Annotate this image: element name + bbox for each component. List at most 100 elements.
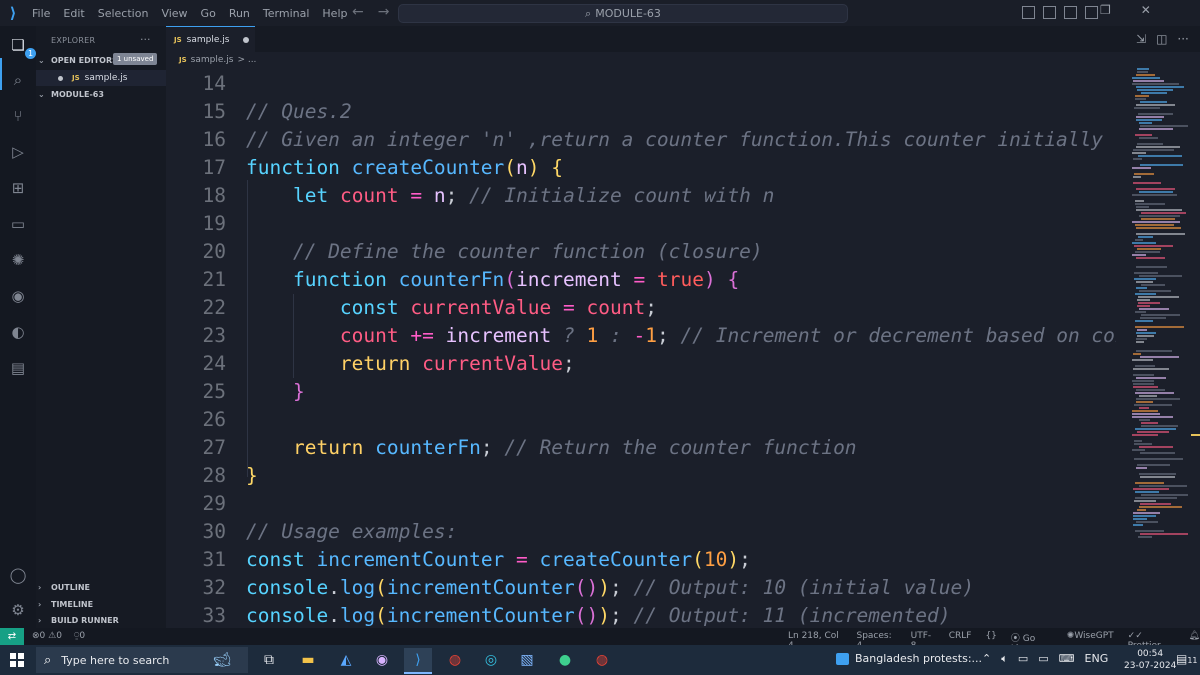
github-icon[interactable]: ◉ xyxy=(7,285,29,307)
code-line: const incrementCounter = createCounter(1… xyxy=(246,548,751,571)
news-widget[interactable]: Bangladesh protests:... xyxy=(836,652,982,665)
unsaved-dot-icon[interactable] xyxy=(243,37,250,43)
source-control-icon[interactable]: ⑂ xyxy=(7,105,29,127)
breadcrumb-file[interactable]: sample.js xyxy=(191,55,234,65)
toggle-primary-sidebar-icon[interactable] xyxy=(1022,6,1035,19)
chevron-right-icon: › xyxy=(38,583,42,592)
minimap-line xyxy=(1134,278,1156,280)
minimap-line xyxy=(1133,386,1158,388)
line-number: 30 xyxy=(202,520,226,543)
minimap-line xyxy=(1139,485,1187,487)
outline-header[interactable]: › OUTLINE xyxy=(38,580,90,595)
mongodb-compass-icon[interactable]: ● xyxy=(551,648,579,672)
minimap-line xyxy=(1137,71,1148,73)
split-editor-icon[interactable]: ◫ xyxy=(1156,32,1167,46)
open-editors-header[interactable]: ⌄ OPEN EDITORS xyxy=(38,53,118,68)
remote-explorer-icon[interactable]: ▭ xyxy=(7,213,29,235)
minimap-line xyxy=(1139,395,1157,397)
chrome-icon[interactable]: ◍ xyxy=(588,648,616,672)
minimap-line xyxy=(1136,401,1153,403)
menu-help[interactable]: Help xyxy=(322,7,347,20)
scrollbar-marker[interactable] xyxy=(1191,434,1200,436)
minimap-line xyxy=(1136,350,1172,352)
notification-center-icon[interactable]: ▤11 xyxy=(1176,652,1198,666)
run-debug-icon[interactable]: ▷ xyxy=(7,141,29,163)
chrome-icon[interactable]: ◍ xyxy=(441,648,469,672)
arrow-right-icon[interactable]: → xyxy=(378,4,390,20)
windows-start-icon[interactable] xyxy=(10,653,24,667)
chat-icon[interactable]: ▤ xyxy=(7,357,29,379)
menu-selection[interactable]: Selection xyxy=(98,7,149,20)
app-icon[interactable]: ◭ xyxy=(332,648,360,672)
minimap-line xyxy=(1132,434,1158,436)
line-number: 29 xyxy=(202,492,226,515)
error-icon: ⊗ xyxy=(32,631,40,641)
open-preview-icon[interactable]: ⇲ xyxy=(1136,32,1146,46)
app-icon[interactable]: ▧ xyxy=(513,648,541,672)
settings-gear-icon[interactable]: ⚙ xyxy=(7,599,29,621)
keyboard-icon[interactable]: ⌨ xyxy=(1059,652,1075,666)
minimap[interactable] xyxy=(1132,68,1190,628)
minimap-line xyxy=(1135,482,1164,484)
error-count: 0 xyxy=(39,631,46,641)
clock[interactable]: 00:54 23-07-2024 xyxy=(1124,648,1176,672)
toggle-secondary-sidebar-icon[interactable] xyxy=(1064,6,1077,19)
timeline-header[interactable]: › TIMELINE xyxy=(38,597,93,612)
minimap-line xyxy=(1133,368,1169,370)
minimap-line xyxy=(1132,410,1158,412)
menu-run[interactable]: Run xyxy=(229,7,250,20)
volume-icon[interactable]: 🔈︎ xyxy=(1001,652,1008,666)
explorer-icon[interactable]: ❏ 1 xyxy=(7,34,36,59)
search-icon[interactable]: ⌕ xyxy=(7,69,29,91)
code-editor[interactable]: 14 15 // Ques.2 16 // Given an integer 'n'… xyxy=(166,68,1200,628)
chevron-up-icon[interactable]: ⌃ xyxy=(982,652,991,666)
line-number: 26 xyxy=(202,408,226,431)
extensions-icon[interactable]: ⊞ xyxy=(7,177,29,199)
toggle-panel-icon[interactable] xyxy=(1043,6,1056,19)
vscode-taskbar-icon[interactable]: ⟩ xyxy=(404,648,432,674)
edge-icon[interactable]: ◎ xyxy=(477,648,505,672)
menu-view[interactable]: View xyxy=(161,7,187,20)
line-number: 33 xyxy=(202,604,226,627)
minimap-line xyxy=(1140,164,1183,166)
language-indicator[interactable]: ENG xyxy=(1085,652,1109,666)
minimap-line xyxy=(1133,518,1147,520)
ports-status[interactable]: ⍜0 xyxy=(74,631,85,641)
task-view-icon[interactable]: ⧉ xyxy=(255,648,283,672)
extension-plugin-icon[interactable]: ◐ xyxy=(7,321,29,343)
remote-indicator-icon[interactable]: ⇄ xyxy=(0,628,24,645)
battery-icon[interactable]: ▭ xyxy=(1038,652,1048,666)
windows-taskbar: ⌕ Type here to search 🐋︎ ⧉ ▬ ◭ ◉ ⟩ ◍ ◎ ▧… xyxy=(0,645,1200,675)
menu-terminal[interactable]: Terminal xyxy=(263,7,310,20)
minimap-line xyxy=(1137,299,1150,301)
file-explorer-icon[interactable]: ▬ xyxy=(294,648,322,672)
close-window-icon[interactable]: ✕ xyxy=(1141,3,1151,17)
liveshare-icon[interactable]: ✺ xyxy=(7,249,29,271)
customize-layout-icon[interactable] xyxy=(1085,6,1098,19)
minimap-line xyxy=(1140,101,1167,103)
minimap-line xyxy=(1135,200,1144,202)
breadcrumb-trail[interactable]: > ... xyxy=(237,55,256,65)
command-center[interactable]: ⌕ MODULE-63 xyxy=(398,4,848,23)
minimap-line xyxy=(1138,296,1179,298)
network-icon[interactable]: ▭ xyxy=(1018,652,1028,666)
more-actions-icon[interactable]: ··· xyxy=(1177,32,1188,46)
menu-go[interactable]: Go xyxy=(201,7,216,20)
open-editor-item[interactable]: JS sample.js xyxy=(36,70,166,86)
menu-file[interactable]: File xyxy=(32,7,50,20)
minimap-line xyxy=(1134,443,1152,445)
folder-header[interactable]: ⌄ MODULE-63 xyxy=(38,87,104,102)
more-actions-icon[interactable]: ··· xyxy=(140,33,151,46)
arrow-left-icon[interactable]: ← xyxy=(352,4,364,20)
build-runner-header[interactable]: › BUILD RUNNER xyxy=(38,613,119,628)
account-icon[interactable]: ◯ xyxy=(7,564,29,586)
tab-sample-js[interactable]: JS sample.js xyxy=(166,26,255,53)
problems-status[interactable]: ⊗0 ⚠0 xyxy=(32,631,62,641)
github-desktop-icon[interactable]: ◉ xyxy=(368,648,396,672)
restore-window-icon[interactable]: ❐ xyxy=(1100,3,1111,17)
minimap-line xyxy=(1135,311,1146,313)
chevron-right-icon: › xyxy=(38,616,42,625)
minimap-line xyxy=(1133,176,1141,178)
menu-edit[interactable]: Edit xyxy=(63,7,84,20)
status-bar: ⇄ ⊗0 ⚠0 ⍜0 Ln 218, Col 4 Spaces: 4 UTF-8… xyxy=(0,628,1200,654)
